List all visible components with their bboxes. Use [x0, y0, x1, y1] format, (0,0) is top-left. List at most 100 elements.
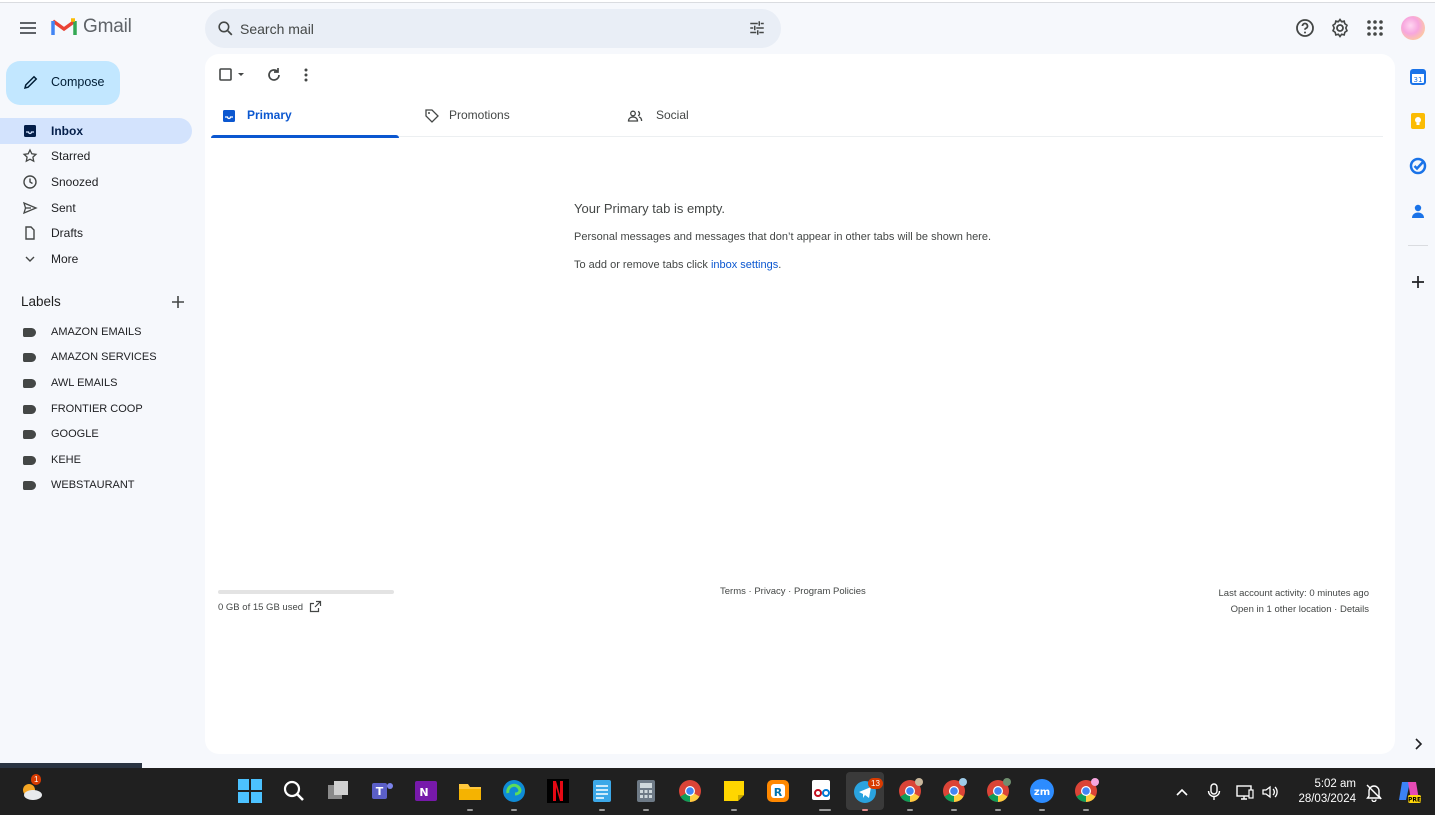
clock-icon	[23, 175, 37, 189]
keep-icon[interactable]	[1409, 112, 1427, 130]
label-item[interactable]: AMAZON SERVICES	[0, 345, 192, 370]
privacy-link[interactable]: Privacy	[754, 586, 785, 597]
label-item[interactable]: AWL EMAILS	[0, 371, 192, 396]
search-icon[interactable]	[216, 19, 235, 38]
label-name: AMAZON EMAILS	[51, 326, 142, 338]
telegram-icon-active[interactable]: 13	[846, 772, 884, 810]
tab-social[interactable]: Social	[617, 98, 817, 137]
inbox-icon	[24, 125, 36, 137]
calculator-icon[interactable]	[633, 778, 659, 804]
chrome-profile-4-icon[interactable]	[1073, 778, 1099, 804]
label-item[interactable]: FRONTIER COOP	[0, 397, 192, 422]
clock-time: 5:02 am	[1314, 778, 1356, 790]
running-indicator	[907, 809, 913, 811]
program-policies-link[interactable]: Program Policies	[794, 586, 866, 597]
tag-icon	[425, 109, 439, 123]
sidebar-item-inbox[interactable]: Inbox	[0, 118, 192, 144]
ringcentral-icon[interactable]: R	[765, 778, 791, 804]
weather-widget-icon[interactable]: 1	[19, 774, 45, 804]
teams-icon[interactable]: T	[369, 778, 395, 804]
category-tabs: Primary Promotions Social	[211, 98, 1383, 138]
snipping-tool-icon[interactable]	[809, 778, 835, 804]
copilot-icon[interactable]: PRE	[1396, 778, 1422, 804]
chrome-profile-1-icon[interactable]	[897, 778, 923, 804]
sidebar-item-drafts[interactable]: Drafts	[0, 220, 192, 246]
zoom-icon[interactable]: zm	[1029, 778, 1055, 804]
show-hidden-icons-chevron-up-icon[interactable]	[1172, 782, 1192, 802]
more-options-icon[interactable]	[296, 65, 316, 85]
apps-grid-icon[interactable]	[1363, 16, 1387, 40]
label-item[interactable]: WEBSTAURANT	[0, 473, 192, 498]
add-label-icon[interactable]	[169, 293, 187, 311]
sticky-notes-icon[interactable]	[721, 778, 747, 804]
telegram-badge: 13	[868, 778, 883, 789]
file-explorer-icon[interactable]	[457, 778, 483, 804]
netflix-icon[interactable]	[545, 778, 571, 804]
onenote-icon[interactable]: N	[413, 778, 439, 804]
account-avatar[interactable]	[1401, 16, 1425, 40]
label-item[interactable]: GOOGLE	[0, 422, 192, 447]
microphone-icon[interactable]	[1204, 782, 1224, 802]
send-icon	[22, 201, 38, 215]
sidebar-item-label: Sent	[51, 201, 76, 215]
chrome-profile-3-icon[interactable]	[985, 778, 1011, 804]
chrome-icon[interactable]	[677, 778, 703, 804]
contacts-icon[interactable]	[1409, 202, 1427, 220]
volume-icon[interactable]	[1260, 782, 1280, 802]
label-item[interactable]: KEHE	[0, 448, 192, 473]
running-indicator	[819, 809, 831, 811]
rail-divider	[1408, 245, 1428, 246]
sidebar-item-label: More	[51, 252, 79, 266]
expand-side-panel-icon[interactable]	[1410, 736, 1428, 754]
main-menu-icon[interactable]	[16, 16, 40, 40]
tab-label: Primary	[247, 108, 292, 122]
sidebar-item-sent[interactable]: Sent	[0, 195, 192, 221]
other-location-prefix: Open in 1 other location ·	[1230, 604, 1340, 615]
taskbar-clock[interactable]: 5:02 am 28/03/2024	[1290, 777, 1356, 807]
active-tab-indicator	[211, 135, 399, 138]
tasks-icon[interactable]	[1409, 157, 1427, 175]
refresh-icon[interactable]	[264, 65, 284, 85]
search-input[interactable]	[240, 9, 730, 48]
star-icon	[22, 148, 38, 163]
compose-button[interactable]: Compose	[6, 61, 120, 105]
sidebar-item-more[interactable]: More	[0, 246, 192, 272]
search-options-icon[interactable]	[748, 19, 766, 37]
details-link[interactable]: Details	[1340, 604, 1369, 615]
terms-link[interactable]: Terms	[720, 586, 746, 597]
tab-promotions[interactable]: Promotions	[414, 98, 614, 137]
help-icon[interactable]	[1293, 16, 1317, 40]
tab-primary[interactable]: Primary	[211, 98, 399, 138]
svg-text:N: N	[419, 786, 428, 799]
search-bar[interactable]	[205, 9, 781, 48]
notepad-icon[interactable]	[589, 778, 615, 804]
external-link-icon[interactable]	[309, 600, 322, 613]
select-all-checkbox[interactable]	[217, 65, 244, 85]
svg-text:zm: zm	[1034, 787, 1050, 798]
inbox-settings-link[interactable]: inbox settings	[711, 259, 778, 271]
other-location-text: Open in 1 other location · Details	[1219, 602, 1369, 618]
chrome-profile-2-icon[interactable]	[941, 778, 967, 804]
task-view-icon[interactable]	[325, 778, 351, 804]
edge-icon[interactable]	[501, 778, 527, 804]
sidebar-item-snoozed[interactable]: Snoozed	[0, 169, 192, 195]
gmail-logo[interactable]: Gmail	[51, 16, 132, 38]
windows-taskbar: 1 T N R 13 zm 5:02 am 28/03/2024 PRE	[0, 768, 1435, 815]
windows-start-icon[interactable]	[237, 778, 263, 804]
svg-text:R: R	[774, 786, 783, 799]
main-panel: Primary Promotions Social Your Primary t…	[205, 54, 1395, 754]
settings-gear-icon[interactable]	[1328, 16, 1352, 40]
running-indicator	[731, 809, 737, 811]
taskbar-search-icon[interactable]	[281, 778, 307, 804]
calendar-icon[interactable]: 31	[1409, 68, 1427, 86]
account-activity: Last account activity: 0 minutes ago Ope…	[1219, 586, 1370, 618]
get-addons-plus-icon[interactable]	[1409, 273, 1427, 291]
sidebar-item-starred[interactable]: Starred	[0, 143, 192, 169]
notifications-bell-icon[interactable]	[1364, 782, 1384, 802]
label-item[interactable]: AMAZON EMAILS	[0, 320, 192, 345]
network-icon[interactable]	[1235, 782, 1255, 802]
svg-text:T: T	[376, 785, 384, 798]
hint-prefix: To add or remove tabs click	[574, 259, 711, 271]
label-name: KEHE	[51, 454, 81, 466]
label-tag-icon	[23, 456, 36, 465]
